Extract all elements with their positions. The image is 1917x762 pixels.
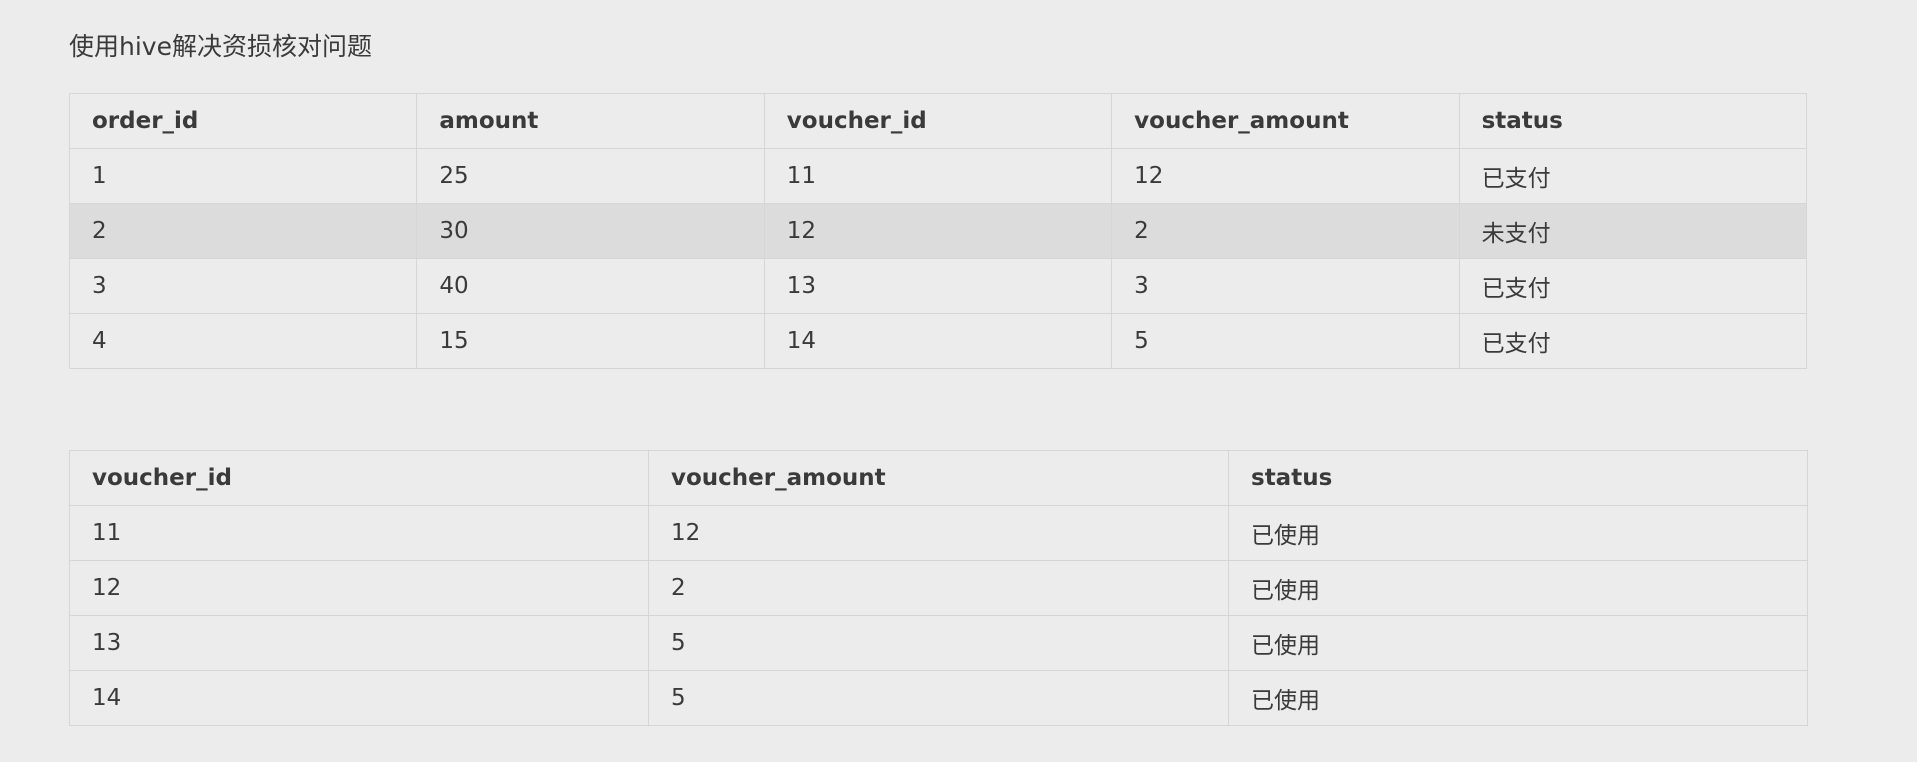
table-cell: 3 [68, 258, 418, 314]
table-row: 3 40 13 3 已支付 [68, 258, 1808, 314]
table-cell: 40 [416, 258, 765, 314]
table-cell: 12 [1111, 148, 1460, 204]
table-cell: 25 [416, 148, 765, 204]
table-cell: 已使用 [1228, 670, 1808, 726]
column-header: order_id [68, 93, 418, 149]
table-cell: 4 [68, 313, 418, 369]
vouchers-table: voucher_id voucher_amount status 11 12 已… [69, 450, 1808, 726]
table-row: 12 2 已使用 [69, 560, 1808, 616]
table-cell: 2 [68, 203, 418, 259]
column-header: amount [416, 93, 765, 149]
table-cell: 11 [69, 505, 649, 561]
table-cell: 5 [648, 615, 1229, 671]
table-cell: 3 [1111, 258, 1460, 314]
column-header: voucher_id [69, 450, 649, 506]
table-cell: 已支付 [1458, 258, 1808, 314]
page-title: 使用hive解决资损核对问题 [69, 32, 372, 61]
table-cell: 未支付 [1458, 203, 1808, 259]
table-row-highlighted: 2 30 12 2 未支付 [68, 203, 1808, 259]
table-cell: 已支付 [1458, 313, 1808, 369]
table-cell: 5 [1111, 313, 1460, 369]
table-cell: 15 [416, 313, 765, 369]
table-cell: 14 [69, 670, 649, 726]
table-cell: 已使用 [1228, 505, 1808, 561]
column-header: voucher_amount [648, 450, 1229, 506]
table-cell: 14 [763, 313, 1113, 369]
table-cell: 13 [763, 258, 1113, 314]
table-row: 11 12 已使用 [69, 505, 1808, 561]
column-header: voucher_id [763, 93, 1113, 149]
table-cell: 12 [648, 505, 1229, 561]
column-header: voucher_amount [1111, 93, 1460, 149]
table-cell: 2 [648, 560, 1229, 616]
table-cell: 已使用 [1228, 560, 1808, 616]
table-row: 4 15 14 5 已支付 [68, 313, 1808, 369]
table-cell: 12 [69, 560, 649, 616]
table-header-row: order_id amount voucher_id voucher_amoun… [68, 93, 1808, 149]
table-row: 13 5 已使用 [69, 615, 1808, 671]
table-row: 14 5 已使用 [69, 670, 1808, 726]
orders-table: order_id amount voucher_id voucher_amoun… [68, 93, 1808, 369]
table-cell: 5 [648, 670, 1229, 726]
table-cell: 11 [763, 148, 1113, 204]
table-cell: 12 [763, 203, 1113, 259]
table-cell: 13 [69, 615, 649, 671]
table-cell: 已支付 [1458, 148, 1808, 204]
column-header: status [1228, 450, 1808, 506]
table-header-row: voucher_id voucher_amount status [69, 450, 1808, 506]
column-header: status [1458, 93, 1808, 149]
table-row: 1 25 11 12 已支付 [68, 148, 1808, 204]
table-cell: 2 [1111, 203, 1460, 259]
table-cell: 30 [416, 203, 765, 259]
table-cell: 已使用 [1228, 615, 1808, 671]
table-cell: 1 [68, 148, 418, 204]
